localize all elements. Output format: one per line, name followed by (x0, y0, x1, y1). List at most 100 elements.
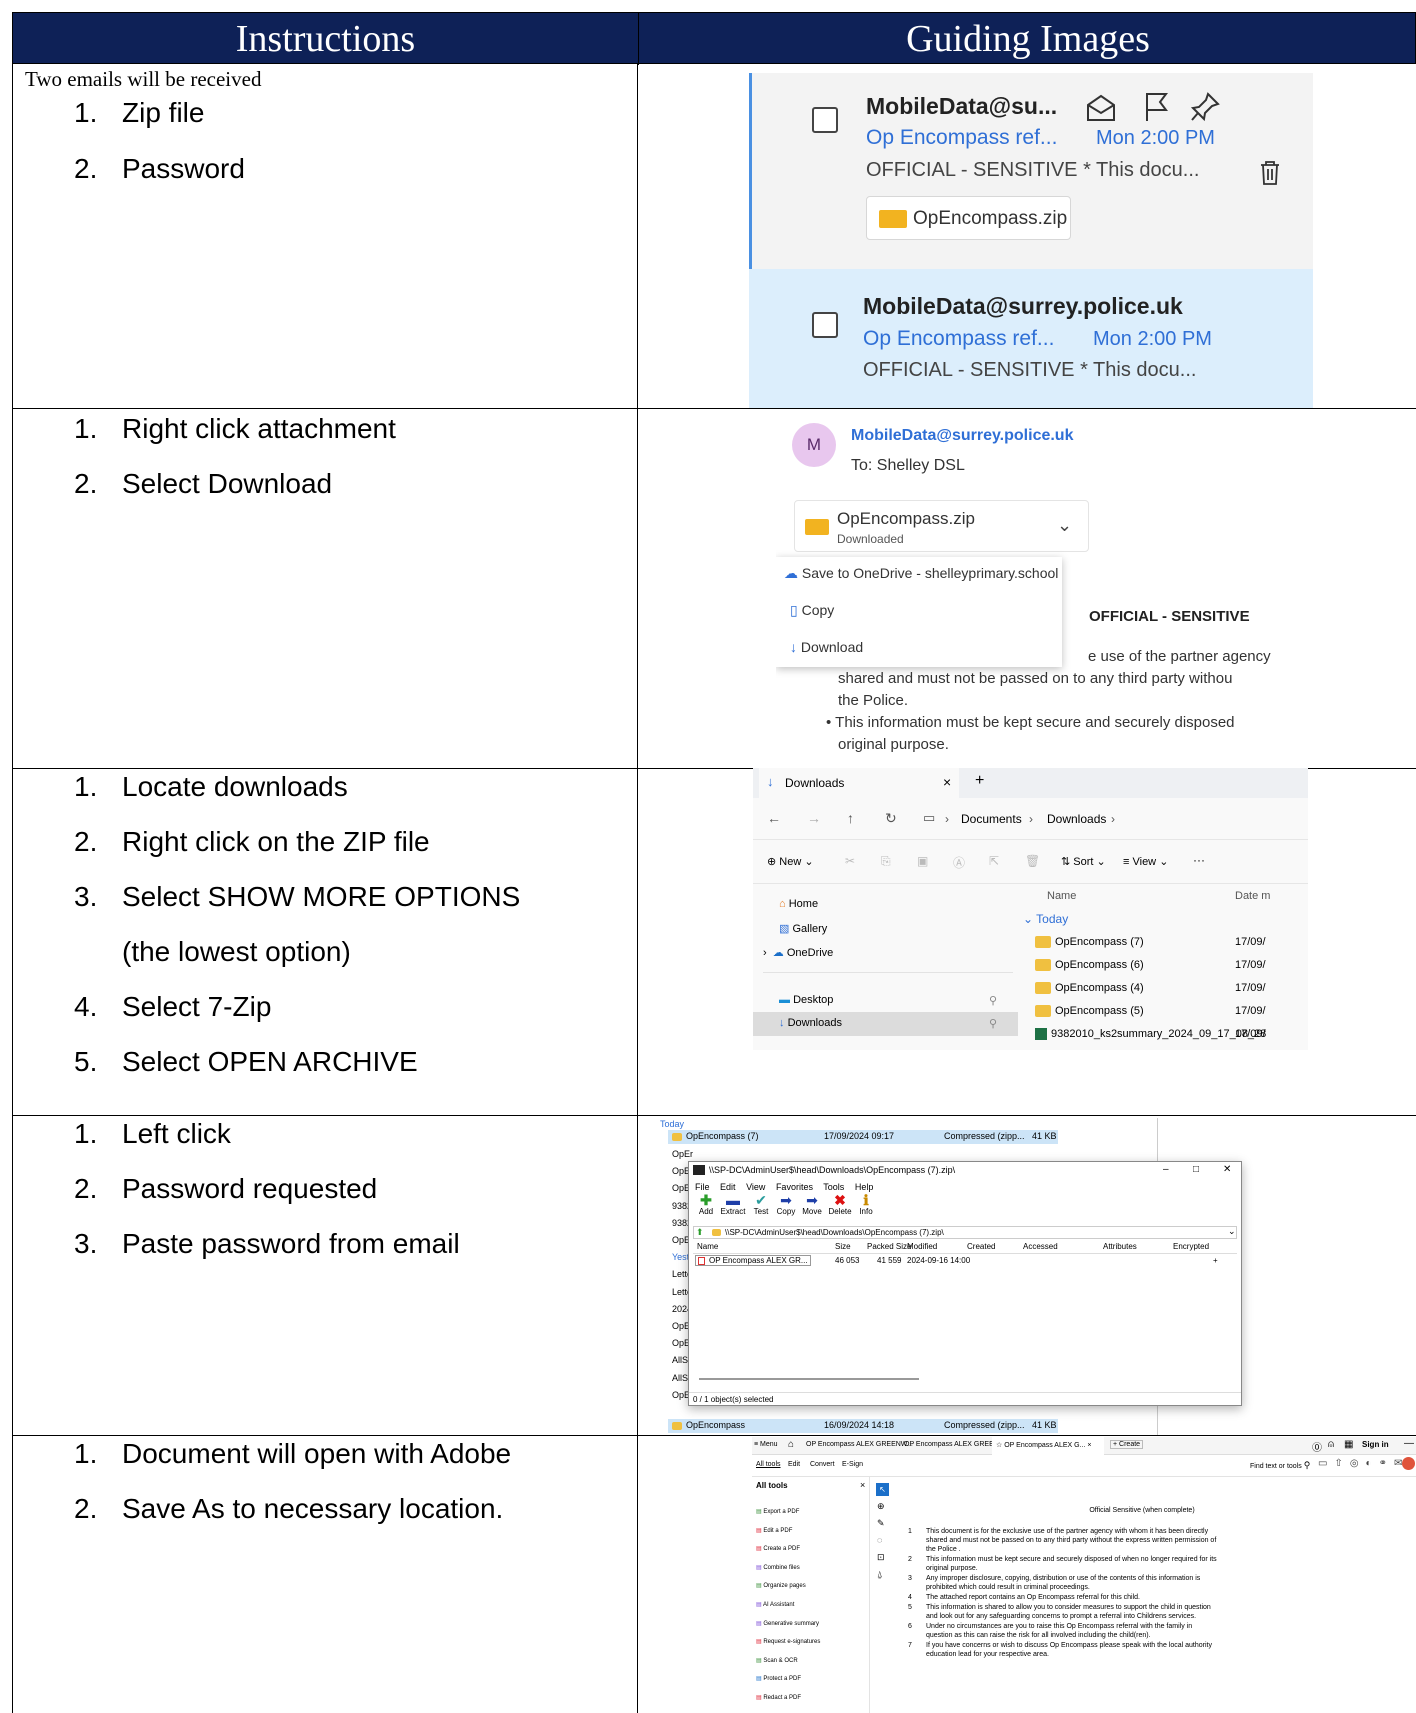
breadcrumb-downloads[interactable]: Downloads (1047, 812, 1106, 826)
find-field[interactable]: Find text or tools ⚲ (1250, 1460, 1310, 1471)
maximize-icon[interactable]: □ (1193, 1164, 1199, 1175)
file-row[interactable]: 9382010_ks2summary_2024_09_17_08_28 (1035, 1028, 1266, 1041)
menu-item-copy[interactable]: ▯ Copy (790, 602, 834, 619)
mail-item-b[interactable]: MobileData@surrey.police.uk Op Encompass… (749, 269, 1313, 408)
file-row[interactable]: OpEncompass (6) (1035, 959, 1144, 972)
close-icon[interactable]: × (943, 774, 951, 790)
tool-item[interactable]: ▤ Redact a PDF (756, 1689, 820, 1708)
tool-item[interactable]: ▤ Generative summary (756, 1615, 820, 1634)
menu-convert[interactable]: Convert (810, 1461, 835, 1468)
column-header[interactable]: Encrypted (1173, 1242, 1209, 1251)
lasso-icon[interactable]: ◌ (877, 1535, 882, 1545)
apps-icon[interactable]: ▦ (1344, 1439, 1353, 1450)
file-row[interactable]: OpEncompass (7) (1035, 936, 1144, 949)
column-date[interactable]: Date m (1235, 890, 1270, 902)
zoom-icon[interactable]: ⊕ (877, 1501, 885, 1512)
share-icon[interactable]: ⇱ (989, 854, 999, 868)
back-icon[interactable]: ← (767, 810, 781, 826)
menu-help[interactable]: Help (855, 1182, 874, 1192)
extract-button[interactable]: ▬ Extract (719, 1193, 747, 1216)
tool-item[interactable]: ▤ Protect a PDF (756, 1670, 820, 1689)
close-icon[interactable]: ✕ (1223, 1164, 1231, 1175)
column-header[interactable]: Created (967, 1242, 995, 1251)
new-button[interactable]: ⊕ New ⌄ (767, 855, 814, 868)
envelope-open-icon[interactable] (1084, 93, 1118, 123)
column-header[interactable]: Attributes (1103, 1242, 1137, 1251)
sender-address[interactable]: MobileData@surrey.police.uk (851, 427, 1073, 445)
menu-edit[interactable]: Edit (720, 1182, 736, 1192)
nav-item-downloads[interactable]: ↓ Downloads ⚲ (753, 1012, 1018, 1036)
sign-in-link[interactable]: Sign in (1362, 1440, 1389, 1449)
file-row-selected[interactable]: OpEncompass 16/09/2024 14:18 Compressed … (668, 1419, 1058, 1433)
tab-downloads[interactable]: ↓ Downloads × (759, 768, 959, 798)
account-icon[interactable] (1402, 1457, 1415, 1470)
attachment-chip[interactable]: OpEncompass.zip (866, 196, 1071, 240)
column-header[interactable]: Packed Size (867, 1242, 911, 1251)
tool-item[interactable]: ▤ AI Assistant (756, 1596, 820, 1615)
bell-icon[interactable]: ⍝ (1328, 1439, 1334, 1450)
paste-icon[interactable]: ▣ (917, 854, 928, 868)
copy-button[interactable]: ➡ Copy (773, 1193, 799, 1216)
close-icon[interactable]: × (860, 1480, 865, 1490)
view-button[interactable]: ≡ View ⌄ (1123, 855, 1168, 868)
pin-icon[interactable] (1190, 91, 1220, 123)
stamp-icon[interactable]: ⍙ (877, 1569, 882, 1580)
nav-item-gallery[interactable]: ▧ Gallery (779, 922, 827, 935)
mail-item-a[interactable]: MobileData@su... Op Encompass ref... Mon… (749, 73, 1313, 269)
path-bar[interactable]: ⬆ \\SP-DC\AdminUser$\head\Downloads\OpEn… (693, 1226, 1237, 1239)
tool-item[interactable]: ▤ Combine files (756, 1559, 820, 1578)
rename-icon[interactable]: Ⓐ (953, 854, 965, 871)
create-button[interactable]: + Create (1110, 1440, 1144, 1449)
menu-item-save-onedrive[interactable]: ☁ Save to OneDrive - shelleyprimary.scho… (784, 565, 1058, 582)
menu-esign[interactable]: E-Sign (842, 1461, 863, 1468)
document-tab[interactable]: OP Encompass ALEX GREENW... (806, 1441, 913, 1448)
menu-file[interactable]: File (695, 1182, 710, 1192)
file-row-selected[interactable]: OpEncompass (7) 17/09/2024 09:17 Compres… (668, 1130, 1058, 1144)
delete-button[interactable]: ✖ Delete (825, 1193, 855, 1216)
menu-all-tools[interactable]: All tools (756, 1461, 781, 1468)
more-options-icon[interactable]: ··· (1193, 853, 1205, 867)
menu-view[interactable]: View (746, 1182, 765, 1192)
tool-item[interactable]: ▤ Edit a PDF (756, 1522, 820, 1541)
copy-icon[interactable]: ⎘ (881, 854, 891, 869)
chevron-down-icon[interactable]: ⌄ (1057, 515, 1072, 536)
up-folder-icon[interactable]: ⬆ (696, 1227, 704, 1238)
text-box-icon[interactable]: ⊡ (877, 1552, 885, 1563)
breadcrumb-documents[interactable]: Documents (961, 812, 1022, 826)
file-row[interactable]: OpEncompass (4) (1035, 982, 1144, 995)
new-tab-icon[interactable]: + (975, 772, 984, 790)
select-tool-icon[interactable]: ↖ (876, 1483, 889, 1496)
pin-icon[interactable]: ⚲ (989, 1017, 997, 1030)
menu-item-download[interactable]: ↓ Download (790, 639, 863, 655)
forward-icon[interactable]: → (807, 810, 821, 826)
minimize-icon[interactable]: – (1163, 1164, 1169, 1175)
cut-icon[interactable]: ✂ (845, 854, 855, 868)
file-row[interactable]: OpEncompass (5) (1035, 1005, 1144, 1018)
add-button[interactable]: ✚ Add (695, 1193, 717, 1216)
tool-item[interactable]: ▤ Request e-signatures (756, 1633, 820, 1652)
minimize-icon[interactable]: — (1404, 1438, 1414, 1449)
menu-favorites[interactable]: Favorites (776, 1182, 813, 1192)
group-today[interactable]: ⌄ Today (1023, 912, 1068, 926)
home-icon[interactable]: ⌂ (788, 1439, 794, 1450)
sort-button[interactable]: ⇅ Sort ⌄ (1061, 855, 1106, 868)
column-header[interactable]: Size (835, 1242, 851, 1251)
mail-checkbox[interactable] (812, 312, 838, 338)
mail-checkbox[interactable] (812, 107, 838, 133)
nav-item-desktop[interactable]: ▬ Desktop (779, 994, 833, 1006)
tool-item[interactable]: ▤ Create a PDF (756, 1540, 820, 1559)
toolbar-icons[interactable]: ▭⇧◎◐⚭✉ (1318, 1458, 1409, 1469)
flag-icon[interactable] (1142, 91, 1172, 123)
tool-item[interactable]: ▤ Scan & OCR (756, 1652, 820, 1671)
menu-button[interactable]: ≡ Menu (754, 1441, 778, 1448)
document-tab-active[interactable]: ☆ OP Encompass ALEX G... × (992, 1437, 1104, 1455)
move-button[interactable]: ➡ Move (799, 1193, 825, 1216)
column-header[interactable]: Name (697, 1242, 718, 1251)
help-icon[interactable]: ⓪ (1312, 1439, 1322, 1454)
pin-icon[interactable]: ⚲ (989, 994, 997, 1007)
nav-item-onedrive[interactable]: › ☁ OneDrive (763, 946, 833, 959)
tool-item[interactable]: ▤ Organize pages (756, 1577, 820, 1596)
trash-icon[interactable] (1258, 159, 1282, 187)
horizontal-scrollbar[interactable] (699, 1378, 919, 1380)
menu-edit[interactable]: Edit (788, 1461, 800, 1468)
